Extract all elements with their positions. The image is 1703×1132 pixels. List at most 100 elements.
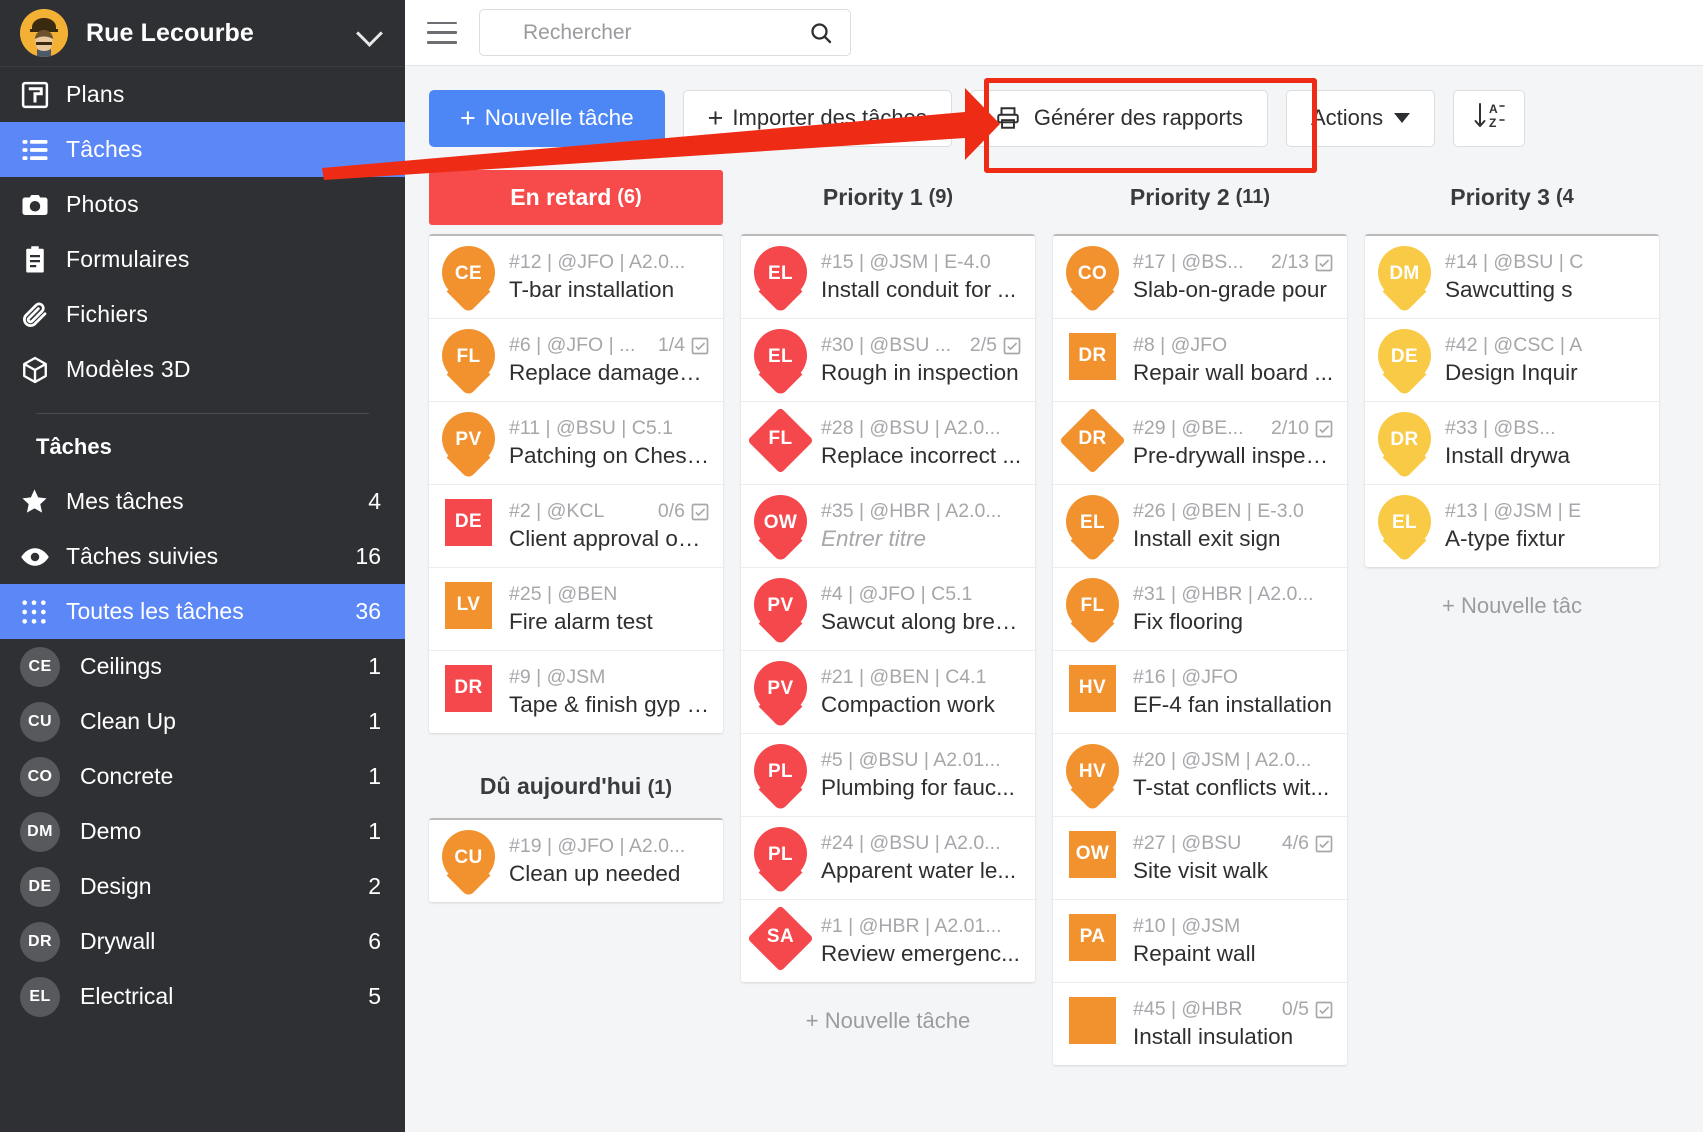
column-title: Priority 2 [1129, 184, 1230, 210]
generate-reports-button[interactable]: Générer des rapports [969, 89, 1268, 147]
sidebar-item-label: Mes tâches [66, 488, 184, 514]
sidebar-category-ceilings[interactable]: CE Ceilings 1 [0, 639, 405, 694]
task-card[interactable]: DR #33 | @BS... Install drywa [1365, 402, 1659, 485]
project-header[interactable]: Rue Lecourbe [0, 0, 405, 67]
sidebar-item-formulaires[interactable]: Formulaires [0, 232, 405, 287]
sidebar: Rue Lecourbe Plans Tâches Photos Formula… [0, 0, 405, 1132]
task-card[interactable]: SA #1 | @HBR | A2.01... Review emergenc.… [741, 900, 1035, 982]
sidebar-item-modeles-3d[interactable]: Modèles 3D [0, 342, 405, 397]
sidebar-category-drywall[interactable]: DR Drywall 6 [0, 914, 405, 969]
sidebar-item-plans[interactable]: Plans [0, 67, 405, 122]
card-title: Replace damaged ... [509, 360, 710, 385]
task-card[interactable]: PL #5 | @BSU | A2.01... Plumbing for fau… [741, 734, 1035, 817]
card-checklist-badge: 2/10 [1261, 417, 1334, 440]
sidebar-item-label: Plans [66, 81, 125, 107]
task-card[interactable]: DM #14 | @BSU | C Sawcutting s [1365, 236, 1659, 319]
search-icon[interactable] [809, 21, 833, 45]
card-title: Repaint wall [1133, 941, 1256, 966]
task-card[interactable]: FL #31 | @HBR | A2.0... Fix flooring [1053, 568, 1347, 651]
add-task-link[interactable]: + Nouvelle tâche [741, 982, 1035, 1044]
task-card[interactable]: OW #35 | @HBR | A2.0... Entrer titre [741, 485, 1035, 568]
add-task-link[interactable]: + Nouvelle tâc [1365, 567, 1659, 629]
task-card[interactable]: CU #19 | @JFO | A2.0... Clean up needed [429, 820, 723, 902]
card-title: Rough in inspection [821, 360, 1019, 385]
square-marker-icon: DR [442, 661, 495, 723]
category-label: Design [80, 873, 152, 899]
task-card[interactable]: CO #17 | @BS... 2/13 Slab-on-grade pour [1053, 236, 1347, 319]
map-pin-marker-icon: CE [442, 246, 495, 314]
task-card[interactable]: DR #9 | @JSM Tape & finish gyp b... [429, 651, 723, 733]
card-meta: #35 | @HBR | A2.0... [821, 500, 1022, 523]
task-card[interactable]: PV #21 | @BEN | C4.1 Compaction work [741, 651, 1035, 734]
card-meta: #11 | @BSU | C5.1 [509, 417, 710, 440]
map-pin-marker-icon: OW [754, 495, 807, 563]
task-board: En retard (6) CE #12 | @JFO | A2.0... T-… [405, 170, 1703, 1132]
task-card[interactable]: LV #25 | @BEN Fire alarm test [429, 568, 723, 651]
actions-button[interactable]: Actions [1285, 89, 1436, 147]
card-meta: #15 | @JSM | E-4.0 [821, 251, 1022, 274]
hamburger-icon[interactable] [427, 21, 457, 44]
board-column-en-retard: En retard (6) CE #12 | @JFO | A2.0... T-… [429, 170, 723, 902]
card-ref: #42 | @CSC | A [1445, 334, 1583, 356]
sidebar-category-design[interactable]: DE Design 2 [0, 859, 405, 914]
sidebar-category-clean-up[interactable]: CU Clean Up 1 [0, 694, 405, 749]
card-ref: #1 | @HBR | A2.01... [821, 915, 1002, 937]
sort-az-icon: A Z [1472, 99, 1506, 137]
card-body: #4 | @JFO | C5.1 Sawcut along brea... [807, 583, 1022, 635]
sidebar-item-photos[interactable]: Photos [0, 177, 405, 232]
task-card[interactable]: HV #16 | @JFO EF-4 fan installation [1053, 651, 1347, 734]
task-card[interactable]: PV #4 | @JFO | C5.1 Sawcut along brea... [741, 568, 1035, 651]
sidebar-category-concrete[interactable]: CO Concrete 1 [0, 749, 405, 804]
map-pin-marker-icon: HV [1066, 744, 1119, 812]
card-body: #17 | @BS... 2/13 Slab-on-grade pour [1119, 251, 1334, 303]
square-marker-icon: HV [1066, 661, 1119, 723]
task-card[interactable]: DR #8 | @JFO Repair wall board ... [1053, 319, 1347, 402]
card-meta: #26 | @BEN | E-3.0 [1133, 500, 1334, 523]
card-title: Design Inquir [1445, 360, 1578, 385]
sort-az-button[interactable]: A Z [1453, 89, 1526, 147]
task-card[interactable]: #45 | @HBR 0/5 Install insulation [1053, 983, 1347, 1065]
checkbox-icon [1315, 835, 1333, 852]
sidebar-category-demo[interactable]: DM Demo 1 [0, 804, 405, 859]
printer-icon [995, 105, 1021, 131]
category-count: 6 [368, 928, 381, 954]
task-card[interactable]: PV #11 | @BSU | C5.1 Patching on Chest..… [429, 402, 723, 485]
chevron-down-icon[interactable] [357, 20, 383, 46]
square-marker-icon: OW [1066, 827, 1119, 889]
import-tasks-button[interactable]: + Importer des tâches [682, 89, 952, 147]
search-input[interactable] [497, 20, 809, 45]
category-count: 1 [368, 653, 381, 679]
task-card[interactable]: DE #42 | @CSC | A Design Inquir [1365, 319, 1659, 402]
sidebar-item-taches[interactable]: Tâches [0, 122, 405, 177]
task-card[interactable]: DE #2 | @KCL 0/6 Client approval on ... [429, 485, 723, 568]
task-card[interactable]: DR #29 | @BE... 2/10 Pre-drywall inspec.… [1053, 402, 1347, 485]
category-count: 1 [368, 763, 381, 789]
task-card[interactable]: OW #27 | @BSU 4/6 Site visit walk [1053, 817, 1347, 900]
card-ref: #28 | @BSU | A2.0... [821, 417, 1001, 439]
diamond-marker-icon: SA [747, 905, 814, 972]
sidebar-item-mes-taches[interactable]: Mes tâches 4 [0, 474, 405, 529]
map-pin-marker-icon: EL [754, 329, 807, 397]
caret-down-icon [1394, 113, 1411, 123]
task-card[interactable]: EL #26 | @BEN | E-3.0 Install exit sign [1053, 485, 1347, 568]
task-card[interactable]: CE #12 | @JFO | A2.0... T-bar installati… [429, 236, 723, 319]
camera-icon [20, 190, 66, 220]
sidebar-item-taches-suivies[interactable]: Tâches suivies 16 [0, 529, 405, 584]
sidebar-item-fichiers[interactable]: Fichiers [0, 287, 405, 342]
new-task-button[interactable]: + Nouvelle tâche [429, 89, 665, 147]
sidebar-item-toutes-les-taches[interactable]: Toutes les tâches 36 [0, 584, 405, 639]
task-card[interactable]: FL #6 | @JFO | ... 1/4 Replace damaged .… [429, 319, 723, 402]
task-card[interactable]: EL #30 | @BSU ... 2/5 Rough in inspectio… [741, 319, 1035, 402]
task-card[interactable]: HV #20 | @JSM | A2.0... T-stat conflicts… [1053, 734, 1347, 817]
search-box[interactable] [479, 9, 851, 56]
card-meta: #19 | @JFO | A2.0... [509, 835, 710, 858]
task-card[interactable]: EL #13 | @JSM | E A-type fixtur [1365, 485, 1659, 567]
task-card[interactable]: PL #24 | @BSU | A2.0... Apparent water l… [741, 817, 1035, 900]
task-card[interactable]: EL #15 | @JSM | E-4.0 Install conduit fo… [741, 236, 1035, 319]
sidebar-category-electrical[interactable]: EL Electrical 5 [0, 969, 405, 1024]
svg-text:Z: Z [1489, 116, 1496, 130]
sidebar-item-count: 16 [355, 543, 381, 569]
task-card[interactable]: PA #10 | @JSM Repaint wall [1053, 900, 1347, 983]
task-card[interactable]: FL #28 | @BSU | A2.0... Replace incorrec… [741, 402, 1035, 485]
category-label: Demo [80, 818, 142, 844]
